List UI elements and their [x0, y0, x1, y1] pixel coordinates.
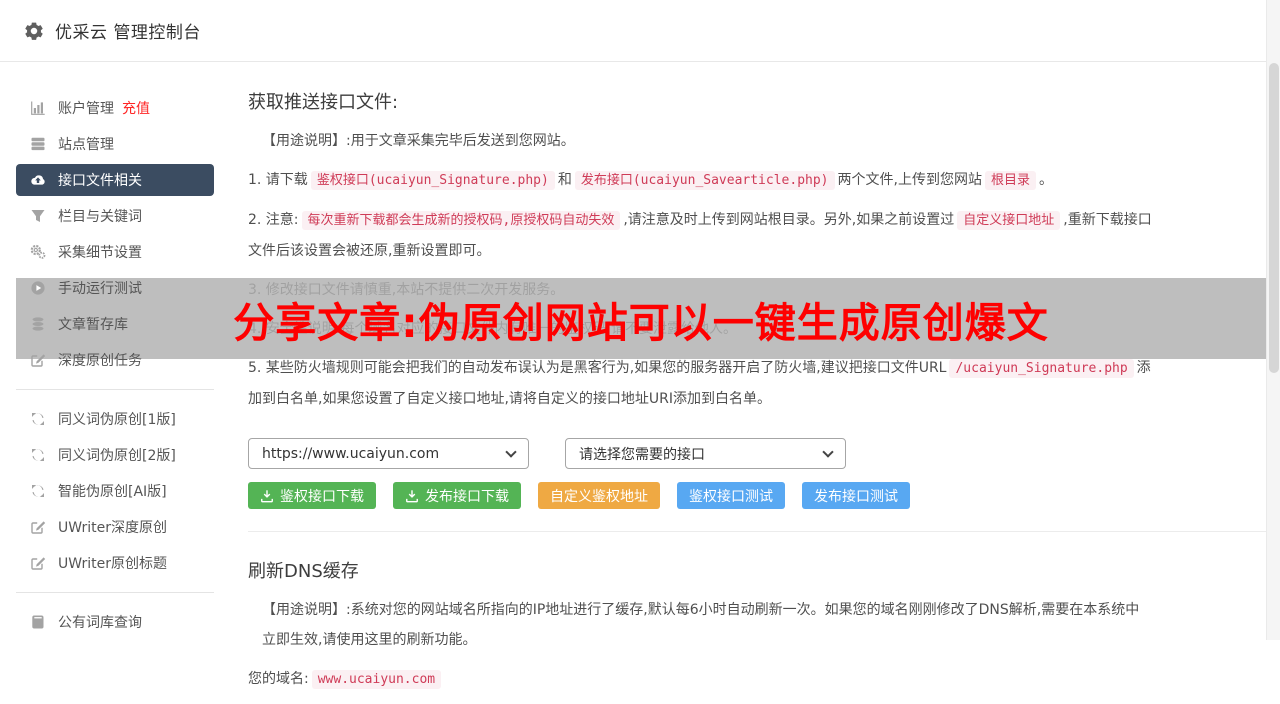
- instruction-line-1: 1. 请下载 鉴权接口(ucaiyun_Signature.php) 和发布接口(u…: [248, 171, 1053, 190]
- bar-chart-icon: [30, 100, 46, 116]
- buttons-row: 鉴权接口下载 发布接口下载 自定义鉴权地址 鉴权接口测试 发布接口测试: [248, 482, 1266, 509]
- chevron-down-icon: [822, 445, 834, 458]
- sidebar-item-label: 同义词伪原创[2版]: [58, 448, 176, 464]
- sidebar-item-deep-original-tasks[interactable]: 深度原创任务: [16, 342, 214, 378]
- sidebar-item-label: 公有词库查询: [58, 615, 142, 631]
- sidebar-item-interface-files[interactable]: 接口文件相关: [16, 164, 214, 196]
- custom-interface-address-tag: 自定义接口地址: [957, 211, 1061, 230]
- app-title: 优采云 管理控制台: [55, 23, 201, 43]
- sidebar-item-columns-keywords[interactable]: 栏目与关键词: [16, 198, 214, 234]
- sidebar-item-label: 采集细节设置: [58, 245, 142, 261]
- sidebar-item-synonym-rewrite-v2[interactable]: 同义词伪原创[2版]: [16, 437, 214, 473]
- filter-icon: [30, 208, 46, 224]
- instruction-line-5: 5. 某些防火墙规则可能会把我们的自动发布误认为是黑客行为,如果您的服务器开启了…: [248, 359, 1151, 407]
- auth-interface-test-button[interactable]: 鉴权接口测试: [677, 482, 785, 509]
- sidebar-item-label: 栏目与关键词: [58, 209, 142, 225]
- sidebar-item-label: 深度原创任务: [58, 353, 142, 369]
- book-icon: [30, 614, 46, 630]
- publish-interface-test-button[interactable]: 发布接口测试: [802, 482, 910, 509]
- sidebar-item-label: UWriter原创标题: [58, 556, 167, 572]
- publish-interface-filename: 发布接口(ucaiyun_Savearticle.php): [574, 171, 835, 190]
- refresh-icon: [30, 411, 46, 427]
- play-circle-icon: [30, 280, 46, 296]
- domain-select-value: https://www.ucaiyun.com: [262, 445, 440, 462]
- auth-interface-filename: 鉴权接口(ucaiyun_Signature.php): [310, 171, 555, 190]
- sidebar-item-public-thesaurus-query[interactable]: 公有词库查询: [16, 604, 214, 640]
- sidebar-item-label: 账户管理: [58, 101, 114, 117]
- chevron-down-icon: [505, 445, 517, 458]
- sidebar-item-uwriter-original-title[interactable]: UWriter原创标题: [16, 545, 214, 581]
- promo-banner-text: 分享文章:伪原创网站可以一键生成原创爆文: [233, 298, 1049, 347]
- section-divider: [248, 531, 1266, 532]
- sidebar-item-label: 接口文件相关: [58, 173, 142, 189]
- sidebar-item-label: 手动运行测试: [58, 281, 142, 297]
- gears-icon: [30, 244, 46, 260]
- refresh-icon: [30, 447, 46, 463]
- auth-code-warning-tag: 每次重新下载都会生成新的授权码,原授权码自动失效: [301, 211, 621, 230]
- edit-icon: [30, 352, 46, 368]
- selects-row: https://www.ucaiyun.com 请选择您需要的接口: [248, 438, 1266, 469]
- cloud-upload-icon: [30, 172, 46, 188]
- dns-usage-note: 【用途说明】:系统对您的网站域名所指向的IP地址进行了缓存,默认每6小时自动刷新…: [262, 602, 1140, 648]
- sidebar-item-site-management[interactable]: 站点管理: [16, 126, 214, 162]
- interface-select-value: 请选择您需要的接口: [579, 446, 705, 463]
- root-dir-tag: 根目录: [984, 171, 1036, 190]
- instruction-line-2: 2. 注意: 每次重新下载都会生成新的授权码,原授权码自动失效 ,请注意及时上传到网…: [248, 211, 1152, 259]
- sidebar-item-uwriter-deep-original[interactable]: UWriter深度原创: [16, 509, 214, 545]
- sidebar: 账户管理 充值 站点管理 接口文件相关 栏目与关键词 采集细节设置 手动运行测试…: [16, 63, 214, 640]
- push-section-title: 获取推送接口文件:: [248, 92, 399, 113]
- your-domain-value: www.ucaiyun.com: [311, 670, 442, 689]
- gear-icon: [24, 21, 44, 41]
- sidebar-item-label: 文章暂存库: [58, 317, 128, 333]
- sidebar-divider: [16, 389, 214, 390]
- sidebar-item-account-management[interactable]: 账户管理 充值: [16, 90, 214, 126]
- sidebar-divider: [16, 592, 214, 593]
- download-icon: [260, 489, 274, 503]
- auth-interface-download-button[interactable]: 鉴权接口下载: [248, 482, 376, 509]
- sidebar-item-ai-rewrite[interactable]: 智能伪原创[AI版]: [16, 473, 214, 509]
- sidebar-item-label: UWriter深度原创: [58, 520, 167, 536]
- sidebar-item-label: 同义词伪原创[1版]: [58, 412, 176, 428]
- your-domain-label: 您的域名:: [248, 671, 309, 687]
- sidebar-item-synonym-rewrite-v1[interactable]: 同义词伪原创[1版]: [16, 401, 214, 437]
- recharge-badge[interactable]: 充值: [122, 98, 150, 118]
- app-header: 优采云 管理控制台: [0, 0, 1280, 62]
- sidebar-item-label: 智能伪原创[AI版]: [58, 484, 167, 500]
- sidebar-item-article-staging[interactable]: 文章暂存库: [16, 306, 214, 342]
- publish-interface-download-button[interactable]: 发布接口下载: [393, 482, 521, 509]
- refresh-icon: [30, 483, 46, 499]
- push-usage-note: 【用途说明】:用于文章采集完毕后发送到您网站。: [262, 133, 575, 149]
- edit-icon: [30, 555, 46, 571]
- scrollbar-track[interactable]: [1266, 0, 1280, 640]
- custom-auth-address-button[interactable]: 自定义鉴权地址: [538, 482, 660, 509]
- dns-section-title: 刷新DNS缓存: [248, 561, 359, 582]
- sidebar-item-collection-settings[interactable]: 采集细节设置: [16, 234, 214, 270]
- sidebar-item-manual-run-test[interactable]: 手动运行测试: [16, 270, 214, 306]
- main-content: 获取推送接口文件: 【用途说明】:用于文章采集完毕后发送到您网站。 1. 请下载…: [248, 63, 1266, 704]
- edit-icon: [30, 519, 46, 535]
- your-domain-line: 您的域名: www.ucaiyun.com: [248, 664, 1153, 695]
- download-icon: [405, 489, 419, 503]
- interface-select[interactable]: 请选择您需要的接口: [565, 438, 846, 469]
- server-icon: [30, 136, 46, 152]
- signature-url-tag: /ucaiyun_Signature.php: [949, 359, 1134, 378]
- domain-select[interactable]: https://www.ucaiyun.com: [248, 438, 529, 469]
- database-icon: [30, 316, 46, 332]
- scrollbar-thumb[interactable]: [1269, 63, 1279, 373]
- sidebar-item-label: 站点管理: [58, 137, 114, 153]
